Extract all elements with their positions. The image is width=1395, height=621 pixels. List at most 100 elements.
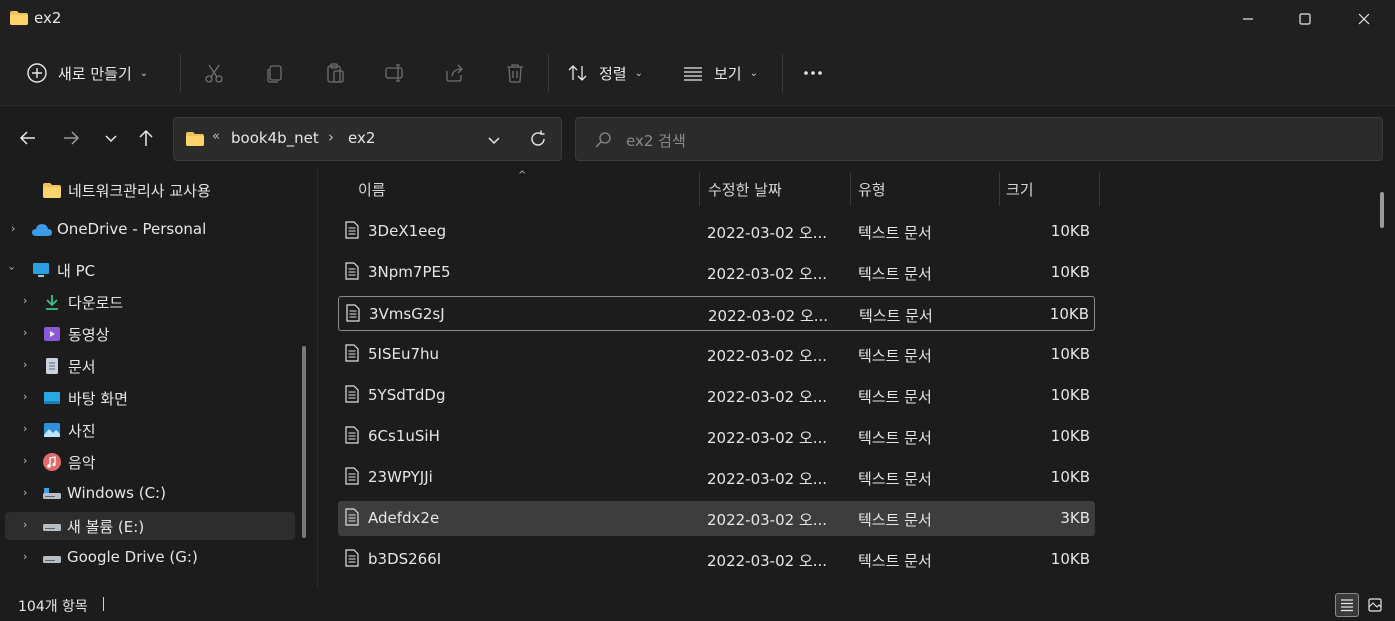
large-icons-view-button[interactable] [1363, 593, 1387, 617]
file-name: 3DeX1eeg [368, 222, 447, 240]
minimize-button[interactable] [1220, 0, 1276, 38]
address-bar[interactable]: « book4b_net › ex2 [173, 117, 562, 161]
share-icon [446, 64, 463, 82]
breadcrumb-separator[interactable]: › [328, 128, 334, 146]
status-bar: 104개 항목 [0, 588, 1395, 621]
file-type: 텍스트 문서 [858, 224, 932, 242]
text-file-icon [345, 426, 359, 444]
chevron-right-icon[interactable]: › [23, 486, 27, 499]
paste-button[interactable] [324, 56, 346, 90]
text-file-icon [345, 221, 359, 239]
column-header-date[interactable]: 수정한 날짜 [700, 170, 850, 206]
sidebar-item-desktop[interactable]: › 바탕 화면 [5, 384, 295, 412]
sidebar-item-google-drive-g[interactable]: › Google Drive (G:) [5, 544, 295, 572]
chevron-right-icon[interactable]: › [23, 422, 27, 435]
file-row[interactable]: 3VmsG2sJ 2022-03-02 오... 텍스트 문서 10KB [338, 296, 1095, 331]
maximize-button[interactable] [1277, 0, 1333, 38]
file-name: b3DS266I [368, 550, 442, 568]
column-header-label: 크기 [1006, 181, 1034, 199]
chevron-right-icon[interactable]: › [11, 222, 15, 235]
minimize-icon [1243, 18, 1253, 20]
details-view-button[interactable] [1335, 593, 1359, 617]
sort-button[interactable]: 정렬 ⌄ [567, 56, 643, 90]
column-divider[interactable] [1099, 172, 1100, 206]
file-modified-date: 2022-03-02 오... [707, 388, 828, 406]
chevron-right-icon[interactable]: › [23, 454, 27, 467]
sidebar-item-label: Google Drive (G:) [67, 548, 198, 566]
chevron-right-icon[interactable]: › [23, 294, 27, 307]
more-icon [804, 71, 822, 75]
arrow-up-icon [139, 129, 153, 146]
breadcrumb-segment[interactable]: ex2 [348, 129, 375, 147]
refresh-icon[interactable] [528, 129, 548, 149]
back-button[interactable] [14, 124, 42, 152]
chevron-right-icon[interactable]: › [23, 550, 27, 563]
chevron-right-icon[interactable]: › [23, 390, 27, 403]
sidebar-item-windows-c[interactable]: › Windows (C:) [5, 480, 295, 508]
file-row[interactable]: 6Cs1uSiH 2022-03-02 오... 텍스트 문서 10KB [338, 419, 1095, 454]
chevron-down-icon[interactable] [486, 132, 502, 148]
text-file-icon [345, 262, 359, 280]
file-size: 10KB [1050, 386, 1090, 404]
chevron-down-icon: ⌄ [139, 67, 149, 79]
rename-icon [385, 64, 403, 82]
chevron-down-icon [105, 135, 117, 143]
file-modified-date: 2022-03-02 오... [707, 265, 828, 283]
file-row[interactable]: 5ISEu7hu 2022-03-02 오... 텍스트 문서 10KB [338, 337, 1095, 372]
arrow-left-icon [19, 131, 35, 145]
document-icon [46, 358, 58, 374]
cut-button[interactable] [203, 56, 225, 90]
rename-button[interactable] [384, 56, 406, 90]
view-button-label: 보기 [714, 64, 742, 83]
column-header-type[interactable]: 유형 [851, 170, 999, 206]
file-row[interactable]: b3DS266I 2022-03-02 오... 텍스트 문서 10KB [338, 542, 1095, 577]
folder-icon [186, 132, 204, 146]
video-icon [44, 327, 60, 341]
sidebar-item-documents[interactable]: › 문서 [5, 352, 295, 380]
sidebar-item-videos[interactable]: › 동영상 [5, 320, 295, 348]
copy-button[interactable] [264, 56, 286, 90]
search-box[interactable]: ex2 검색 [575, 117, 1383, 161]
file-list-scrollbar-thumb[interactable] [1380, 192, 1384, 228]
navigation-bar: « book4b_net › ex2 ex2 검색 [0, 106, 1395, 170]
sidebar-item-onedrive[interactable]: › OneDrive - Personal [5, 216, 295, 244]
tiles-view-icon [1368, 598, 1382, 612]
share-button[interactable] [444, 56, 466, 90]
delete-button[interactable] [504, 56, 526, 90]
file-type: 텍스트 문서 [859, 307, 933, 325]
forward-button[interactable] [57, 124, 85, 152]
new-button-label: 새로 만들기 [58, 64, 132, 83]
sidebar-scrollbar-thumb[interactable] [302, 346, 306, 538]
sidebar-item-volume-e[interactable]: › 새 볼륨 (E:) [5, 512, 295, 540]
sidebar-item-network-admin-folder[interactable]: 네트워크관리사 교사용 [5, 176, 295, 204]
column-header-name[interactable]: 이름 [338, 170, 699, 206]
search-icon [595, 132, 611, 148]
file-row[interactable]: 23WPYJJi 2022-03-02 오... 텍스트 문서 10KB [338, 460, 1095, 495]
breadcrumb-segment[interactable]: book4b_net [231, 129, 319, 147]
breadcrumb-overflow[interactable]: « [212, 129, 220, 144]
file-row[interactable]: 5YSdTdDg 2022-03-02 오... 텍스트 문서 10KB [338, 378, 1095, 413]
text-file-icon [345, 467, 359, 485]
drive-icon [43, 556, 61, 563]
file-row[interactable]: 3Npm7PE5 2022-03-02 오... 텍스트 문서 10KB [338, 255, 1095, 290]
up-button[interactable] [132, 124, 160, 152]
sidebar-item-downloads[interactable]: › 다운로드 [5, 288, 295, 316]
file-row[interactable]: Adefdx2e 2022-03-02 오... 텍스트 문서 3KB [338, 501, 1095, 536]
sidebar-item-pictures[interactable]: › 사진 [5, 416, 295, 444]
file-row[interactable]: 3DeX1eeg 2022-03-02 오... 텍스트 문서 10KB [338, 214, 1095, 249]
chevron-right-icon[interactable]: › [23, 518, 27, 531]
window-title: ex2 [34, 9, 62, 27]
chevron-right-icon[interactable]: › [23, 358, 27, 371]
view-button[interactable]: 보기 ⌄ [682, 56, 758, 90]
more-options-button[interactable] [802, 56, 824, 90]
chevron-down-icon[interactable]: › [6, 266, 19, 270]
recent-locations-button[interactable] [97, 124, 125, 152]
sidebar-item-this-pc[interactable]: › 내 PC [5, 256, 295, 284]
sidebar-item-music[interactable]: › 음악 [5, 448, 295, 476]
text-file-icon [345, 385, 359, 403]
close-button[interactable] [1336, 0, 1392, 38]
chevron-right-icon[interactable]: › [23, 326, 27, 339]
text-file-icon [346, 304, 360, 322]
new-button[interactable]: 새로 만들기 ⌄ [26, 56, 148, 90]
column-header-size[interactable]: 크기 [1000, 170, 1100, 206]
